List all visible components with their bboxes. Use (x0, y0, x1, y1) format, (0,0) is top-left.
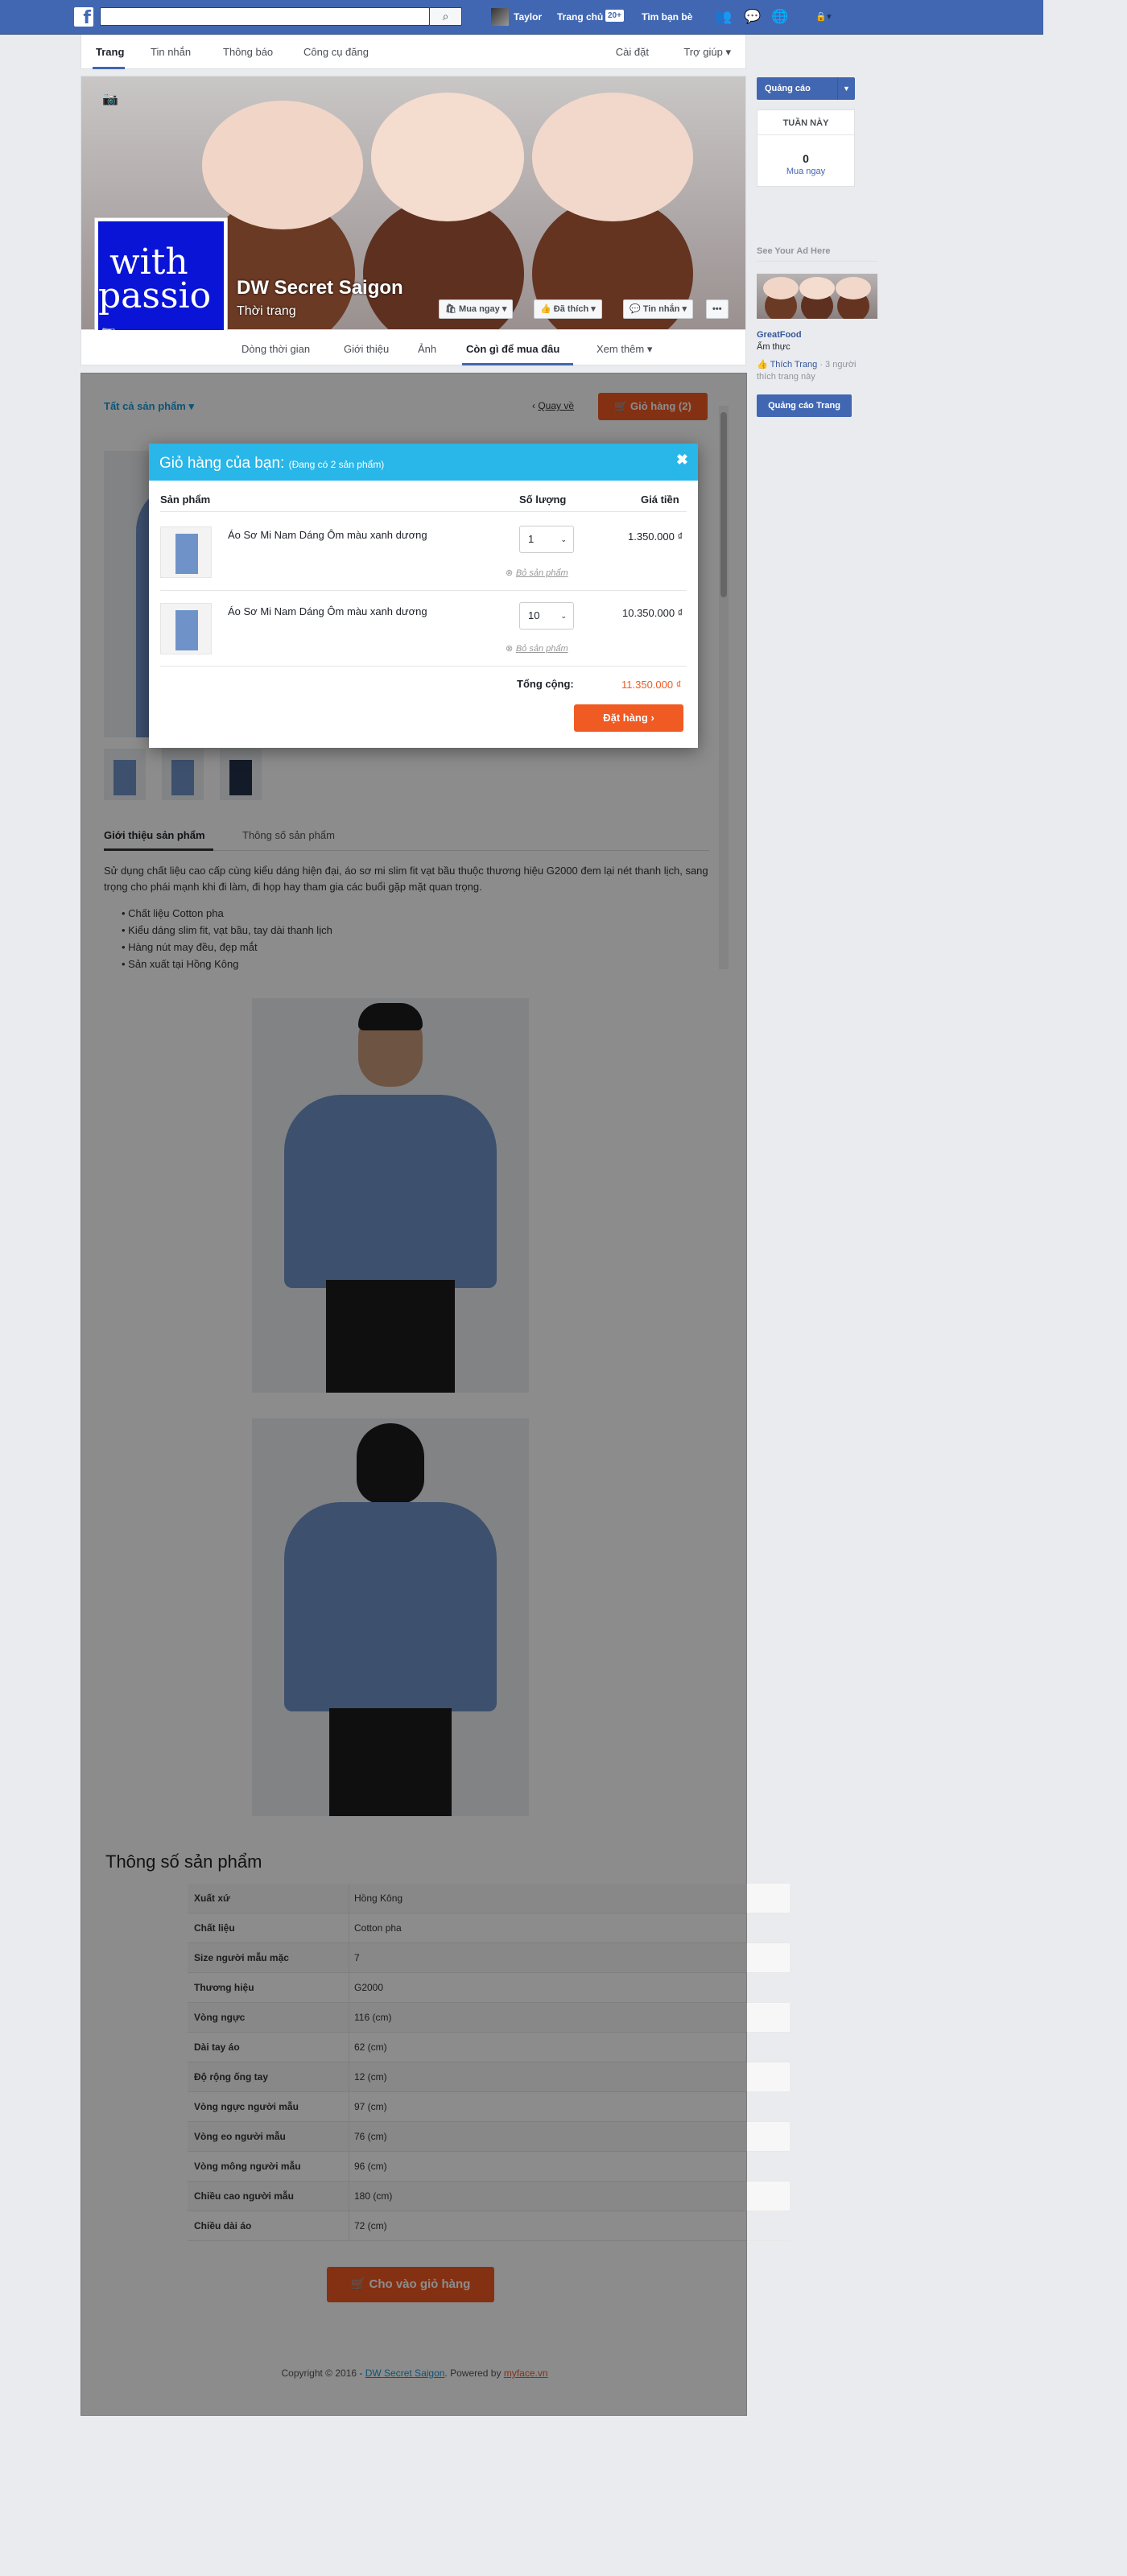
page-title: DW Secret Saigon (237, 277, 403, 299)
page-admin-navbar: Trang Tin nhắn Thông báo Công cụ đăng Cà… (80, 35, 746, 69)
cart-item-thumbnail (160, 526, 212, 578)
ad-image[interactable] (757, 274, 877, 319)
week-label[interactable]: Mua ngay (758, 167, 854, 176)
page-tabs: Dòng thời gian Giới thiệu Ảnh Còn gì để … (80, 330, 746, 365)
place-order-label: Đặt hàng (603, 712, 648, 724)
page-category: Thời trang (237, 304, 296, 318)
remove-label: Bỏ sản phẩm (515, 568, 568, 578)
find-friends-link[interactable]: Tìm bạn bè (642, 11, 692, 23)
tab-shop[interactable]: Còn gì để mua đâu (466, 343, 559, 355)
see-more-label: Xem thêm (597, 343, 645, 355)
home-count-badge: 20+ (605, 10, 624, 22)
cart-subtitle: (Đang có 2 sản phẩm) (288, 459, 385, 470)
ad-like-row: 👍 Thích Trang · 3 người thích trang này (757, 359, 869, 383)
tab-messages[interactable]: Tin nhắn (151, 46, 191, 58)
active-page-tab-indicator (462, 363, 573, 365)
cart-title: Giỏ hàng của bạn: (Đang có 2 sản phẩm) (159, 455, 384, 473)
tab-publishing-tools[interactable]: Công cụ đăng (303, 46, 369, 58)
ads-dropdown-icon[interactable]: ▼ (837, 77, 855, 100)
home-link[interactable]: Trang chủ (557, 11, 603, 23)
tab-see-more[interactable]: Xem thêm ▾ (597, 343, 652, 356)
liked-button[interactable]: 👍 Đã thích ▾ (534, 299, 602, 319)
week-count: 0 (803, 152, 809, 165)
remove-item-link[interactable]: ⊗ Bỏ sản phẩm (506, 642, 568, 654)
ad-like-label: Thích Trang (770, 360, 818, 369)
shop-now-button[interactable]: 🛍 Mua ngay ▾ (439, 299, 514, 319)
cart-item-price: 10.350.000 ₫ (622, 607, 683, 619)
user-name-link[interactable]: Taylor (514, 11, 542, 23)
quantity-value: 1 (528, 533, 535, 545)
close-icon[interactable]: ✖ (676, 452, 688, 469)
quantity-select[interactable]: 1 ⌄ (519, 526, 574, 553)
total-value: 11.350.000 ₫ (621, 679, 682, 691)
settings-link[interactable]: Cài đặt (616, 46, 649, 58)
search-input[interactable] (100, 7, 430, 26)
remove-item-link[interactable]: ⊗ Bỏ sản phẩm (506, 566, 568, 578)
this-week-box: TUẦN NÀY 0 Mua ngay (757, 109, 855, 187)
remove-icon: ⊗ (506, 644, 514, 654)
ad-category: Ẩm thực (757, 342, 791, 352)
friend-requests-icon[interactable]: 👥 (715, 9, 733, 25)
tab-notifications[interactable]: Thông báo (223, 46, 273, 58)
cart-modal-header: Giỏ hàng của bạn: (Đang có 2 sản phẩm) ✖ (149, 444, 698, 481)
place-order-button[interactable]: Đặt hàng › (574, 704, 683, 732)
cart-item-name[interactable]: Áo Sơ Mi Nam Dáng Ôm màu xanh dương (228, 605, 427, 617)
messages-icon[interactable]: 💬 (744, 9, 762, 25)
tab-timeline[interactable]: Dòng thời gian (242, 343, 310, 355)
col-price-header: Giá tiền (641, 493, 679, 506)
notifications-globe-icon[interactable]: 🌐 (771, 9, 789, 25)
message-button[interactable]: 💬 Tin nhắn ▾ (623, 299, 693, 319)
ad-heading: See Your Ad Here (757, 246, 831, 256)
help-label: Trợ giúp (683, 46, 723, 58)
facebook-logo-icon[interactable]: f (74, 7, 93, 27)
ad-like-link[interactable]: 👍 Thích Trang (757, 360, 817, 369)
cart-title-text: Giỏ hàng của bạn: (159, 455, 285, 472)
active-tab-indicator (93, 67, 125, 69)
cart-item-name[interactable]: Áo Sơ Mi Nam Dáng Ôm màu xanh dương (228, 529, 427, 541)
tab-page[interactable]: Trang (96, 46, 124, 58)
ad-name[interactable]: GreatFood (757, 330, 802, 340)
shop-now-label: Mua ngay (459, 304, 500, 314)
help-menu[interactable]: Trợ giúp ▾ (683, 46, 731, 59)
profile-picture-logo: with passio (98, 221, 224, 347)
cart-item-price: 1.350.000 ₫ (628, 530, 683, 543)
cart-item-thumbnail (160, 603, 212, 654)
col-qty-header: Số lượng (519, 493, 567, 506)
quantity-value: 10 (528, 609, 540, 621)
total-label: Tổng cộng: (517, 678, 574, 690)
col-product-header: Sản phẩm (160, 493, 211, 506)
quantity-select[interactable]: 10 ⌄ (519, 602, 574, 630)
user-avatar[interactable] (491, 8, 509, 26)
remove-label: Bỏ sản phẩm (515, 644, 568, 654)
tab-about[interactable]: Giới thiệu (344, 343, 389, 355)
liked-label: Đã thích (553, 304, 589, 314)
search-button[interactable]: ⌕ (430, 7, 462, 26)
cart-modal: Giỏ hàng của bạn: (Đang có 2 sản phẩm) ✖… (149, 444, 698, 748)
lock-menu-icon[interactable]: 🔒▾ (807, 9, 840, 25)
search-icon: ⌕ (442, 10, 449, 23)
week-title: TUẦN NÀY (782, 118, 829, 128)
more-options-button[interactable]: ••• (706, 299, 729, 319)
tab-photos[interactable]: Ảnh (418, 343, 436, 355)
remove-icon: ⊗ (506, 568, 514, 578)
promote-page-button[interactable]: Quảng cáo Trang (757, 394, 852, 417)
message-label: Tin nhắn (642, 304, 680, 314)
camera-icon[interactable]: 📷 (102, 91, 118, 107)
